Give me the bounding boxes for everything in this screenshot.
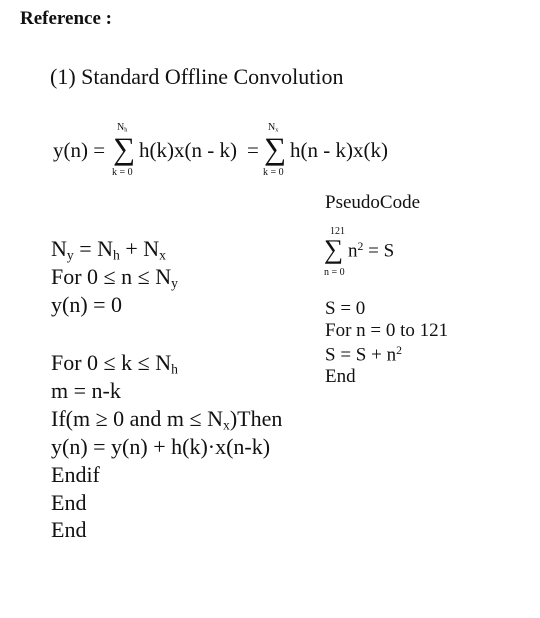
equation-equals: = (247, 138, 259, 162)
pseudo-sum-lower-limit: n = 0 (324, 267, 345, 278)
algo-line: If(m ≥ 0 and m ≤ Nx)Then (51, 406, 283, 433)
algo-line: Endif (51, 462, 100, 487)
sum1-body: h(k)x(n - k) (139, 138, 237, 162)
sum2-lower-limit: k = 0 (263, 167, 284, 178)
section-title: (1) Standard Offline Convolution (50, 64, 344, 89)
pseudo-line: For n = 0 to 121 (325, 320, 449, 341)
sum1-lower-limit: k = 0 (112, 167, 133, 178)
pseudo-line: S = 0 (325, 298, 366, 319)
pseudo-line: End (325, 366, 356, 387)
algo-line: y(n) = y(n) + h(k)·x(n-k) (51, 434, 271, 459)
equation-lhs: y(n) = (53, 138, 106, 162)
reference-heading: Reference : (20, 8, 112, 29)
sum2-body: h(n - k)x(k) (290, 138, 388, 162)
pseudo-sum-body: n2 = S (348, 240, 395, 262)
sigma-symbol: ∑ (113, 131, 136, 166)
algo-line: For 0 ≤ n ≤ Ny (51, 264, 178, 291)
algo-line: y(n) = 0 (51, 292, 123, 317)
algo-line: Ny = Nh + Nx (51, 236, 166, 263)
algo-line: End (51, 517, 87, 542)
sigma-symbol: ∑ (264, 131, 287, 166)
sigma-symbol: ∑ (324, 234, 344, 264)
pseudocode-title: PseudoCode (325, 192, 420, 213)
pseudo-line: S = S + n2 (325, 344, 402, 366)
algo-line: m = n-k (51, 378, 121, 403)
algo-line: End (51, 490, 87, 515)
algo-line: For 0 ≤ k ≤ Nh (51, 350, 178, 377)
